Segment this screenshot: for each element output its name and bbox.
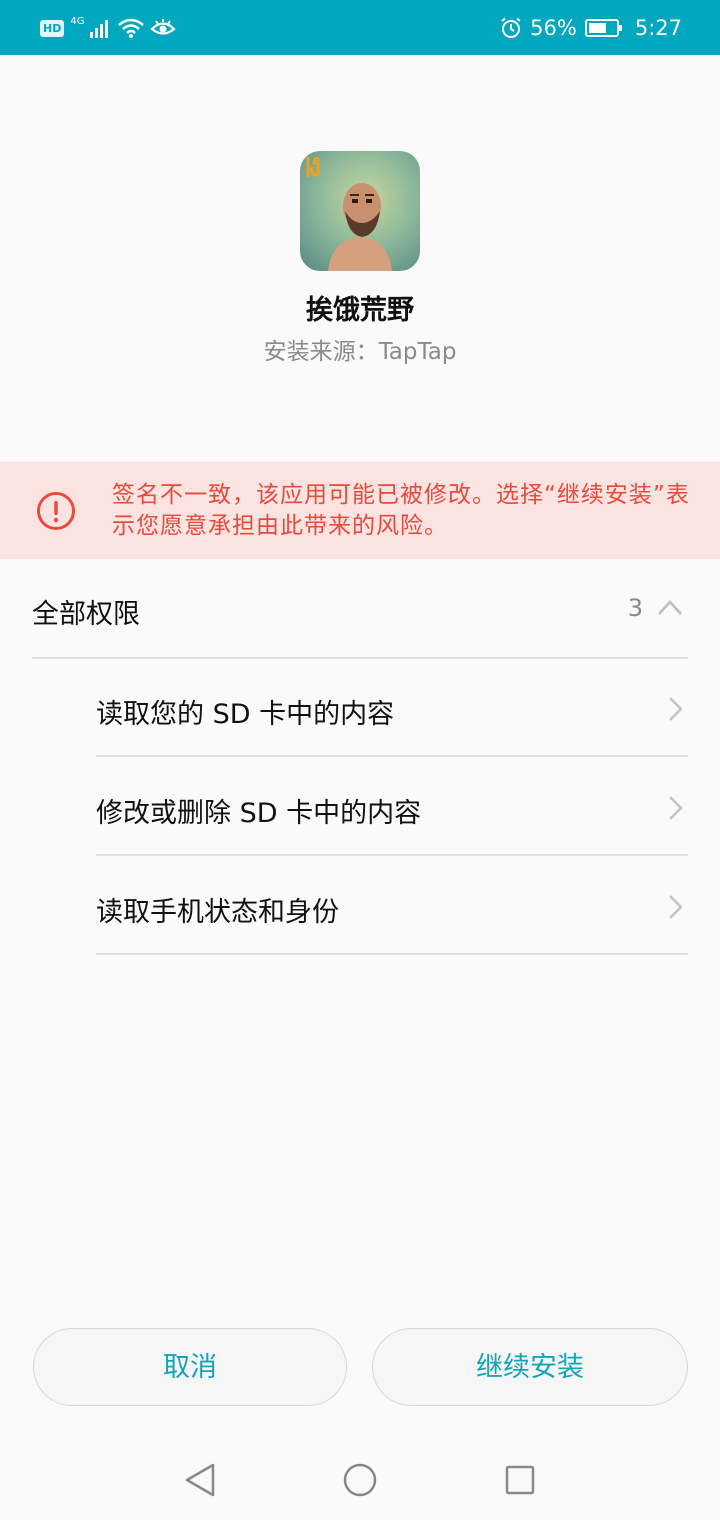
app-name: 挨饿荒野 bbox=[306, 295, 414, 326]
signature-warning: 签名不一致，该应用可能已被修改。选择“继续安装”表示您愿意承担由此带来的风险。 bbox=[0, 462, 720, 559]
divider bbox=[96, 953, 688, 955]
permission-item[interactable]: 读取您的 SD 卡中的内容 bbox=[96, 659, 688, 757]
permissions-count: 3 bbox=[627, 594, 643, 622]
install-source: 安装来源：TapTap bbox=[263, 339, 457, 365]
warning-text: 签名不一致，该应用可能已被修改。选择“继续安装”表示您愿意承担由此带来的风险。 bbox=[112, 482, 690, 539]
clock: 5:27 bbox=[634, 16, 682, 40]
warning-icon bbox=[37, 492, 75, 530]
app-icon bbox=[300, 151, 420, 271]
battery-percent: 56% bbox=[530, 16, 577, 40]
cancel-button[interactable]: 取消 bbox=[33, 1328, 347, 1406]
permission-label: 修改或删除 SD 卡中的内容 bbox=[96, 798, 422, 829]
chevron-up-icon bbox=[658, 600, 682, 615]
chevron-right-icon bbox=[669, 796, 683, 820]
status-bar: HD 4G 56% 5:27 bbox=[0, 0, 720, 55]
chevron-right-icon bbox=[669, 697, 683, 721]
back-icon[interactable] bbox=[183, 1462, 217, 1498]
alarm-icon bbox=[501, 17, 521, 38]
permission-label: 读取手机状态和身份 bbox=[96, 897, 339, 928]
all-permissions-header[interactable]: 全部权限 3 bbox=[32, 580, 688, 640]
home-icon[interactable] bbox=[342, 1462, 378, 1498]
status-left: HD 4G bbox=[40, 13, 177, 43]
hd-badge: HD bbox=[40, 19, 65, 37]
recent-apps-icon[interactable] bbox=[505, 1464, 535, 1496]
divider bbox=[96, 854, 688, 856]
continue-install-button[interactable]: 继续安装 bbox=[372, 1328, 688, 1406]
battery-icon bbox=[584, 19, 622, 37]
permission-item[interactable]: 读取手机状态和身份 bbox=[96, 857, 688, 955]
signal-icon bbox=[90, 20, 109, 38]
network-label: 4G bbox=[70, 15, 85, 27]
status-right: 56% 5:27 bbox=[500, 13, 682, 43]
navigation-bar bbox=[0, 1440, 720, 1520]
chevron-right-icon bbox=[669, 895, 683, 919]
wifi-icon bbox=[118, 18, 145, 38]
permission-label: 读取您的 SD 卡中的内容 bbox=[96, 699, 395, 730]
divider bbox=[96, 755, 688, 757]
permission-item[interactable]: 修改或删除 SD 卡中的内容 bbox=[96, 758, 688, 856]
permissions-title: 全部权限 bbox=[32, 599, 140, 630]
eye-icon bbox=[150, 19, 177, 35]
